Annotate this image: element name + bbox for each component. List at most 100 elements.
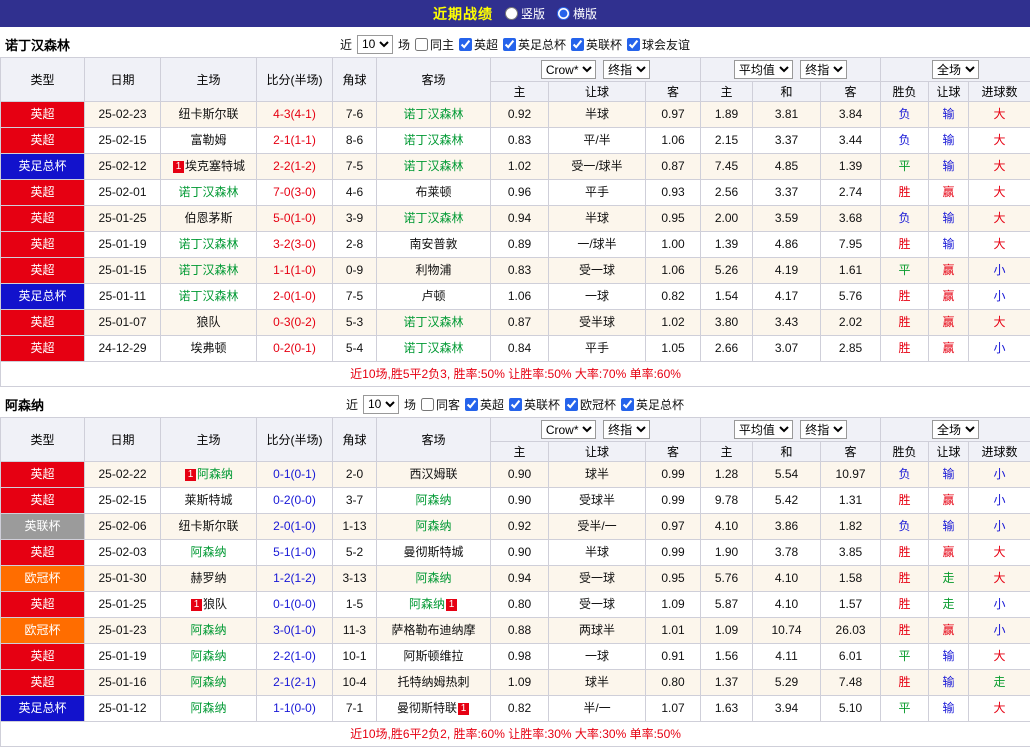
same-venue-checkbox[interactable] [415, 38, 428, 51]
score-cell[interactable]: 3-2(3-0) [257, 232, 333, 258]
score-cell[interactable]: 5-0(1-0) [257, 206, 333, 232]
away-team-cell[interactable]: 阿森纳 [377, 514, 491, 540]
score-cell[interactable]: 4-3(4-1) [257, 102, 333, 128]
home-team-cell[interactable]: 纽卡斯尔联 [161, 102, 257, 128]
score-cell[interactable]: 0-1(0-0) [257, 592, 333, 618]
score-cell[interactable]: 2-0(1-0) [257, 514, 333, 540]
league-checkbox[interactable] [509, 398, 522, 411]
league-checkbox[interactable] [459, 38, 472, 51]
league-filter-0[interactable]: 英超 [459, 36, 498, 53]
league-filter-3[interactable]: 英足总杯 [621, 396, 684, 413]
away-team-cell[interactable]: 布莱顿 [377, 180, 491, 206]
home-team-cell[interactable]: 阿森纳 [161, 540, 257, 566]
euro-stage-select[interactable]: 终指 [800, 60, 847, 79]
home-team-cell[interactable]: 莱斯特城 [161, 488, 257, 514]
home-team-cell[interactable]: 诺丁汉森林 [161, 180, 257, 206]
vertical-radio[interactable] [505, 7, 518, 20]
euro-stage-select[interactable]: 终指 [800, 420, 847, 439]
away-team-cell[interactable]: 诺丁汉森林 [377, 206, 491, 232]
away-team-cell[interactable]: 南安普敦 [377, 232, 491, 258]
score-cell[interactable]: 1-1(1-0) [257, 258, 333, 284]
euro-source-select[interactable]: 平均值 [734, 60, 793, 79]
odds-stage-select[interactable]: 终指 [603, 420, 650, 439]
league-checkbox[interactable] [503, 38, 516, 51]
league-checkbox[interactable] [621, 398, 634, 411]
home-team-cell[interactable]: 诺丁汉森林 [161, 232, 257, 258]
league-filter-1[interactable]: 英足总杯 [503, 36, 566, 53]
score-cell[interactable]: 2-1(1-1) [257, 128, 333, 154]
horizontal-radio[interactable] [557, 7, 570, 20]
home-team-cell[interactable]: 阿森纳 [161, 670, 257, 696]
score-cell[interactable]: 7-0(3-0) [257, 180, 333, 206]
league-checkbox[interactable] [565, 398, 578, 411]
away-team-cell[interactable]: 萨格勒布迪纳摩 [377, 618, 491, 644]
team-name-text: 布莱顿 [415, 185, 451, 199]
home-team-cell[interactable]: 狼队 [161, 310, 257, 336]
away-team-cell[interactable]: 阿森纳 [377, 566, 491, 592]
same-venue-filter[interactable]: 同主 [415, 36, 454, 53]
league-filter-2[interactable]: 欧冠杯 [565, 396, 616, 413]
score-cell[interactable]: 2-0(1-0) [257, 284, 333, 310]
score-cell[interactable]: 0-2(0-1) [257, 336, 333, 362]
home-team-cell[interactable]: 阿森纳 [161, 618, 257, 644]
away-team-cell[interactable]: 诺丁汉森林 [377, 128, 491, 154]
away-team-cell[interactable]: 曼彻斯特城 [377, 540, 491, 566]
recent-count-select[interactable]: 10 [363, 395, 399, 414]
away-team-cell[interactable]: 阿斯顿维拉 [377, 644, 491, 670]
away-team-cell[interactable]: 西汉姆联 [377, 462, 491, 488]
league-filter-3[interactable]: 球会友谊 [627, 36, 690, 53]
home-team-cell[interactable]: 阿森纳 [161, 696, 257, 722]
home-team-cell[interactable]: 伯恩茅斯 [161, 206, 257, 232]
odds-company-select[interactable]: Crow* [541, 60, 596, 79]
home-team-cell[interactable]: 阿森纳 [161, 644, 257, 670]
eu-draw-odds: 3.37 [753, 128, 821, 154]
home-team-cell[interactable]: 1狼队 [161, 592, 257, 618]
score-cell[interactable]: 0-3(0-2) [257, 310, 333, 336]
away-team-cell[interactable]: 卢顿 [377, 284, 491, 310]
score-cell[interactable]: 0-2(0-0) [257, 488, 333, 514]
score-cell[interactable]: 5-1(1-0) [257, 540, 333, 566]
away-team-cell[interactable]: 托特纳姆热刺 [377, 670, 491, 696]
home-team-cell[interactable]: 1阿森纳 [161, 462, 257, 488]
away-team-cell[interactable]: 利物浦 [377, 258, 491, 284]
score-cell[interactable]: 1-2(1-2) [257, 566, 333, 592]
home-team-cell[interactable]: 诺丁汉森林 [161, 284, 257, 310]
home-team-cell[interactable]: 1埃克塞特城 [161, 154, 257, 180]
away-team-cell[interactable]: 诺丁汉森林 [377, 102, 491, 128]
score-cell[interactable]: 3-0(1-0) [257, 618, 333, 644]
odds-company-select[interactable]: Crow* [541, 420, 596, 439]
home-team-cell[interactable]: 赫罗纳 [161, 566, 257, 592]
home-team-cell[interactable]: 纽卡斯尔联 [161, 514, 257, 540]
away-team-cell[interactable]: 阿森纳 [377, 488, 491, 514]
score-cell[interactable]: 2-2(1-0) [257, 644, 333, 670]
league-filter-1[interactable]: 英联杯 [509, 396, 560, 413]
odds-stage-select[interactable]: 终指 [603, 60, 650, 79]
away-team-cell[interactable]: 诺丁汉森林 [377, 154, 491, 180]
home-team-cell[interactable]: 富勒姆 [161, 128, 257, 154]
euro-source-select[interactable]: 平均值 [734, 420, 793, 439]
view-option-horizontal[interactable]: 横版 [557, 5, 597, 22]
away-team-cell[interactable]: 阿森纳1 [377, 592, 491, 618]
score-cell[interactable]: 2-2(1-2) [257, 154, 333, 180]
league-checkbox[interactable] [627, 38, 640, 51]
match-date-cell: 25-02-03 [85, 540, 161, 566]
view-option-vertical[interactable]: 竖版 [505, 5, 545, 22]
scope-select[interactable]: 全场 [932, 420, 979, 439]
home-team-cell[interactable]: 诺丁汉森林 [161, 258, 257, 284]
score-cell[interactable]: 1-1(0-0) [257, 696, 333, 722]
same-venue-filter[interactable]: 同客 [421, 396, 460, 413]
league-checkbox[interactable] [465, 398, 478, 411]
same-venue-checkbox[interactable] [421, 398, 434, 411]
score-cell[interactable]: 0-1(0-1) [257, 462, 333, 488]
league-checkbox[interactable] [571, 38, 584, 51]
away-team-cell[interactable]: 诺丁汉森林 [377, 336, 491, 362]
away-team-cell[interactable]: 曼彻斯特联1 [377, 696, 491, 722]
recent-count-select[interactable]: 10 [357, 35, 393, 54]
league-filter-0[interactable]: 英超 [465, 396, 504, 413]
home-team-cell[interactable]: 埃弗顿 [161, 336, 257, 362]
away-team-cell[interactable]: 诺丁汉森林 [377, 310, 491, 336]
scope-select[interactable]: 全场 [932, 60, 979, 79]
league-filter-2[interactable]: 英联杯 [571, 36, 622, 53]
filter-bar: 近 10 场 同客 英超 英联杯 欧冠杯 英足总杯 [346, 395, 684, 414]
score-cell[interactable]: 2-1(2-1) [257, 670, 333, 696]
